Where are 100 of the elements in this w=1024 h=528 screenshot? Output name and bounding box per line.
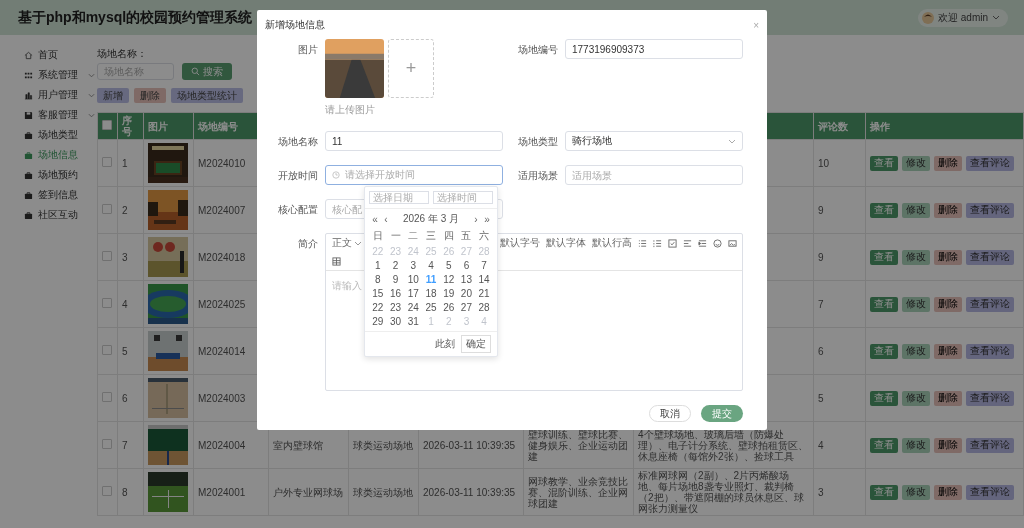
user-menu[interactable]: 欢迎 admin (918, 8, 1008, 27)
calendar-day[interactable]: 23 (386, 301, 405, 314)
row-action-button[interactable]: 删除 (934, 155, 962, 171)
calendar-day[interactable]: 3 (404, 259, 423, 272)
calendar-day[interactable]: 16 (386, 287, 405, 300)
checkbox[interactable] (102, 345, 112, 355)
calendar-day[interactable]: 9 (386, 273, 405, 286)
sidebar-item[interactable]: 场地类型 (0, 125, 97, 145)
sidebar-item[interactable]: 社区互动 (0, 205, 97, 225)
select-field[interactable]: 骑行场地 (565, 131, 743, 151)
dialog-button[interactable]: 提交 (701, 405, 743, 422)
row-action-button[interactable]: 删除 (934, 202, 962, 218)
confirm-button[interactable]: 确定 (461, 335, 491, 353)
calendar-day[interactable]: 13 (457, 273, 476, 286)
row-action-button[interactable]: 查看评论 (966, 390, 1014, 406)
sidebar-item[interactable]: 用户管理 (0, 85, 97, 105)
row-action-button[interactable]: 删除 (934, 437, 962, 453)
calendar-day[interactable]: 4 (422, 259, 440, 272)
row-action-button[interactable]: 查看 (870, 390, 898, 406)
toolbar-dropdown[interactable]: 默认字号 (500, 236, 540, 250)
toolbar-dropdown[interactable]: 默认行高 (592, 236, 632, 250)
time-input[interactable]: 选择时间 (433, 191, 493, 204)
row-action-button[interactable]: 查看 (870, 437, 898, 453)
time-field[interactable]: 请选择开放时间 (325, 165, 503, 185)
calendar-day[interactable]: 6 (457, 259, 476, 272)
input-field[interactable]: 11 (325, 131, 503, 151)
calendar-day[interactable]: 27 (457, 301, 476, 314)
checkbox[interactable] (102, 157, 112, 167)
row-action-button[interactable]: 查看评论 (966, 249, 1014, 265)
row-action-button[interactable]: 查看 (870, 343, 898, 359)
toolbar-button[interactable]: 删除 (134, 88, 166, 103)
row-action-button[interactable]: 查看 (870, 202, 898, 218)
close-button[interactable]: × (753, 19, 759, 31)
sidebar-item[interactable]: 客服管理 (0, 105, 97, 125)
align-icon[interactable] (683, 238, 692, 248)
row-action-button[interactable]: 查看 (870, 155, 898, 171)
calendar-day[interactable]: 5 (439, 259, 458, 272)
prev-year-button[interactable]: « (371, 213, 379, 225)
calendar-day[interactable]: 28 (475, 301, 493, 314)
calendar-day[interactable]: 24 (404, 301, 423, 314)
checkbox[interactable] (102, 204, 112, 214)
format-dropdown[interactable]: 正文 (332, 236, 362, 250)
row-action-button[interactable]: 修改 (902, 390, 930, 406)
sidebar-item[interactable]: 场地预约 (0, 165, 97, 185)
search-button[interactable]: 搜索 (182, 63, 232, 80)
calendar-day[interactable]: 10 (404, 273, 423, 286)
sidebar-item[interactable]: 首页 (0, 45, 97, 65)
sidebar-item[interactable]: 签到信息 (0, 185, 97, 205)
upload-button[interactable]: + (388, 39, 434, 98)
row-action-button[interactable]: 删除 (934, 249, 962, 265)
input-field[interactable]: 1773196909373 (565, 39, 743, 59)
row-action-button[interactable]: 删除 (934, 484, 962, 500)
next-year-button[interactable]: » (483, 213, 491, 225)
calendar-day[interactable]: 14 (475, 273, 493, 286)
row-action-button[interactable]: 修改 (902, 484, 930, 500)
calendar-day[interactable]: 22 (369, 301, 387, 314)
calendar-day[interactable]: 1 (369, 259, 387, 272)
sidebar-item[interactable]: 场地信息 (0, 145, 97, 165)
now-button[interactable]: 此刻 (435, 337, 455, 351)
checkbox[interactable] (102, 298, 112, 308)
emoji-icon[interactable] (713, 238, 722, 248)
calendar-day[interactable]: 15 (369, 287, 387, 300)
row-action-button[interactable]: 删除 (934, 390, 962, 406)
calendar-day[interactable]: 30 (386, 315, 405, 328)
calendar-day[interactable]: 18 (422, 287, 440, 300)
row-action-button[interactable]: 查看评论 (966, 437, 1014, 453)
calendar-day[interactable]: 31 (404, 315, 423, 328)
checklist-icon[interactable] (668, 238, 677, 248)
calendar-day[interactable]: 12 (439, 273, 458, 286)
calendar-day[interactable]: 17 (404, 287, 423, 300)
row-action-button[interactable]: 删除 (934, 296, 962, 312)
calendar-day[interactable]: 11 (422, 273, 440, 286)
checkbox[interactable] (102, 486, 112, 496)
row-action-button[interactable]: 查看 (870, 296, 898, 312)
table-icon[interactable] (332, 256, 341, 266)
row-action-button[interactable]: 查看 (870, 249, 898, 265)
calendar-day[interactable]: 29 (369, 315, 387, 328)
row-action-button[interactable]: 查看评论 (966, 296, 1014, 312)
sidebar-item[interactable]: 系统管理 (0, 65, 97, 85)
row-action-button[interactable]: 修改 (902, 202, 930, 218)
row-action-button[interactable]: 修改 (902, 437, 930, 453)
indent-icon[interactable] (698, 238, 707, 248)
input-field[interactable]: 适用场景 (565, 165, 743, 185)
calendar-day[interactable]: 20 (457, 287, 476, 300)
row-action-button[interactable]: 查看 (870, 484, 898, 500)
calendar-day[interactable]: 7 (475, 259, 493, 272)
calendar-day[interactable]: 19 (439, 287, 458, 300)
checkbox[interactable] (102, 439, 112, 449)
date-input[interactable]: 选择日期 (369, 191, 429, 204)
toolbar-button[interactable]: 新增 (97, 88, 129, 103)
row-action-button[interactable]: 查看评论 (966, 155, 1014, 171)
image-icon[interactable] (728, 238, 737, 248)
calendar-day[interactable]: 21 (475, 287, 493, 300)
checkbox[interactable] (102, 392, 112, 402)
toolbar-dropdown[interactable]: 默认字体 (546, 236, 586, 250)
toolbar-button[interactable]: 场地类型统计 (171, 88, 243, 103)
row-action-button[interactable]: 修改 (902, 343, 930, 359)
row-action-button[interactable]: 查看评论 (966, 202, 1014, 218)
row-action-button[interactable]: 删除 (934, 343, 962, 359)
next-month-button[interactable]: › (472, 213, 480, 225)
